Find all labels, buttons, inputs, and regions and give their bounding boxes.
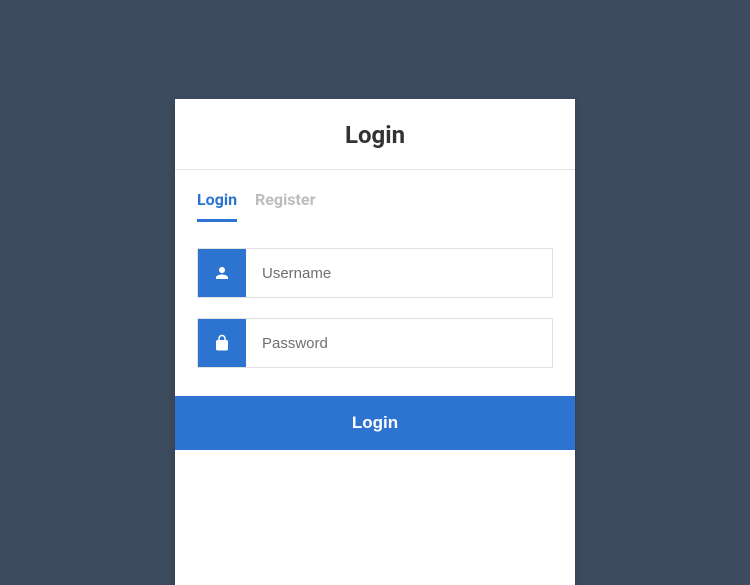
password-input[interactable] xyxy=(246,319,552,367)
tab-login[interactable]: Login xyxy=(197,184,237,222)
form-body xyxy=(175,222,575,396)
user-icon xyxy=(198,249,246,297)
login-button[interactable]: Login xyxy=(175,396,575,450)
password-input-group xyxy=(197,318,553,368)
auth-tabs: Login Register xyxy=(175,170,575,222)
page-title: Login xyxy=(195,121,555,149)
username-input[interactable] xyxy=(246,249,552,297)
lock-icon xyxy=(198,319,246,367)
tab-register[interactable]: Register xyxy=(255,184,315,222)
username-input-group xyxy=(197,248,553,298)
login-card: Login Login Register Login xyxy=(175,99,575,585)
card-header: Login xyxy=(175,99,575,170)
